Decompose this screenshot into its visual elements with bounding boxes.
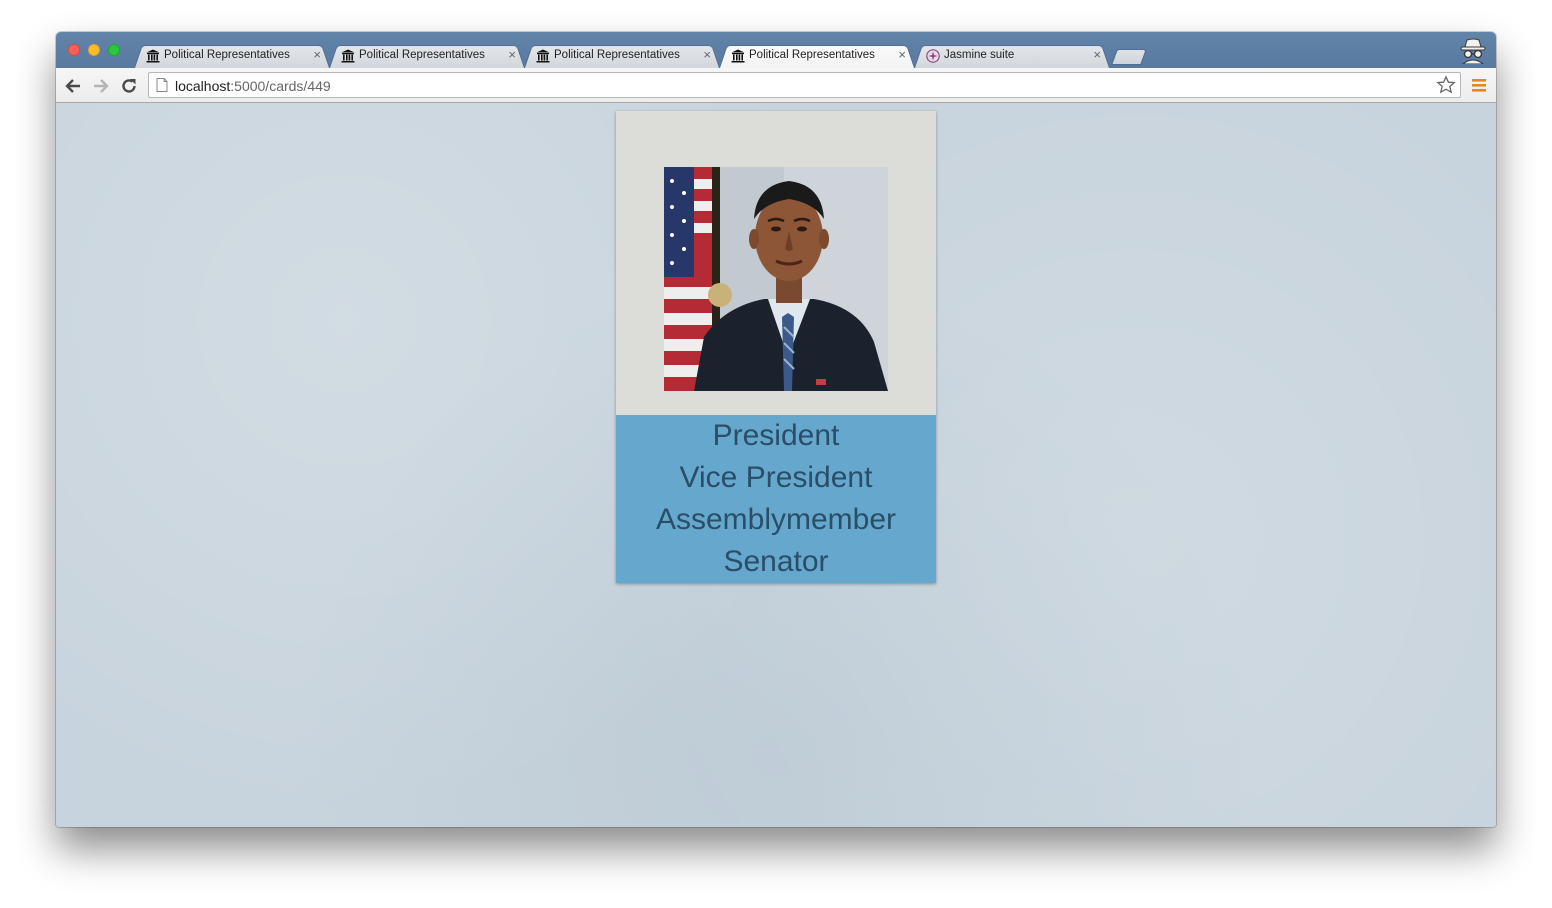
menu-icon[interactable] xyxy=(1472,79,1486,92)
incognito-icon xyxy=(1460,38,1486,64)
tab-5[interactable]: Jasmine suite × xyxy=(914,43,1110,68)
maximize-window-button[interactable] xyxy=(108,44,120,56)
jasmine-icon xyxy=(926,49,940,63)
page-viewport: President Vice President Assemblymember … xyxy=(56,103,1496,827)
role-label: President xyxy=(712,419,840,452)
close-tab-icon[interactable]: × xyxy=(313,48,321,62)
title-bar: Political Representatives × Political Re… xyxy=(56,32,1496,68)
tab-title: Jasmine suite xyxy=(944,49,1015,61)
tab-4-active[interactable]: Political Representatives × xyxy=(719,43,915,68)
close-tab-icon[interactable]: × xyxy=(898,48,906,62)
card-photo-area xyxy=(616,111,936,415)
building-columns-icon xyxy=(341,49,355,63)
tab-title: Political Representatives xyxy=(164,49,290,61)
close-window-button[interactable] xyxy=(68,44,80,56)
bookmark-star-icon[interactable] xyxy=(1436,75,1456,95)
tab-title: Political Representatives xyxy=(749,49,875,61)
url-host: localhost xyxy=(175,78,231,94)
role-label: Vice President xyxy=(679,461,873,494)
representative-card[interactable]: President Vice President Assemblymember … xyxy=(616,111,936,583)
browser-toolbar: localhost:5000/cards/449 xyxy=(56,68,1496,103)
url-path: :5000/cards/449 xyxy=(230,78,331,94)
building-columns-icon xyxy=(146,49,160,63)
tab-2[interactable]: Political Representatives × xyxy=(329,43,525,68)
minimize-window-button[interactable] xyxy=(88,44,100,56)
tab-title: Political Representatives xyxy=(359,49,485,61)
page-icon xyxy=(156,78,168,92)
address-bar[interactable]: localhost:5000/cards/449 xyxy=(148,72,1461,98)
url-text: localhost:5000/cards/449 xyxy=(175,78,331,94)
browser-window: Political Representatives × Political Re… xyxy=(56,32,1496,827)
tab-title: Political Representatives xyxy=(554,49,680,61)
close-tab-icon[interactable]: × xyxy=(508,48,516,62)
reload-icon[interactable] xyxy=(119,76,139,96)
close-tab-icon[interactable]: × xyxy=(1093,48,1101,62)
back-arrow-icon[interactable] xyxy=(63,76,83,96)
representative-portrait xyxy=(664,167,888,391)
role-label: Senator xyxy=(723,545,829,578)
close-tab-icon[interactable]: × xyxy=(703,48,711,62)
role-label: Assemblymember xyxy=(655,503,897,536)
building-columns-icon xyxy=(731,49,745,63)
tab-3[interactable]: Political Representatives × xyxy=(524,43,720,68)
card-roles-panel: President Vice President Assemblymember … xyxy=(616,415,936,583)
forward-arrow-icon[interactable] xyxy=(91,76,111,96)
building-columns-icon xyxy=(536,49,550,63)
new-tab-button[interactable] xyxy=(1111,49,1147,65)
tab-1[interactable]: Political Representatives × xyxy=(134,43,330,68)
